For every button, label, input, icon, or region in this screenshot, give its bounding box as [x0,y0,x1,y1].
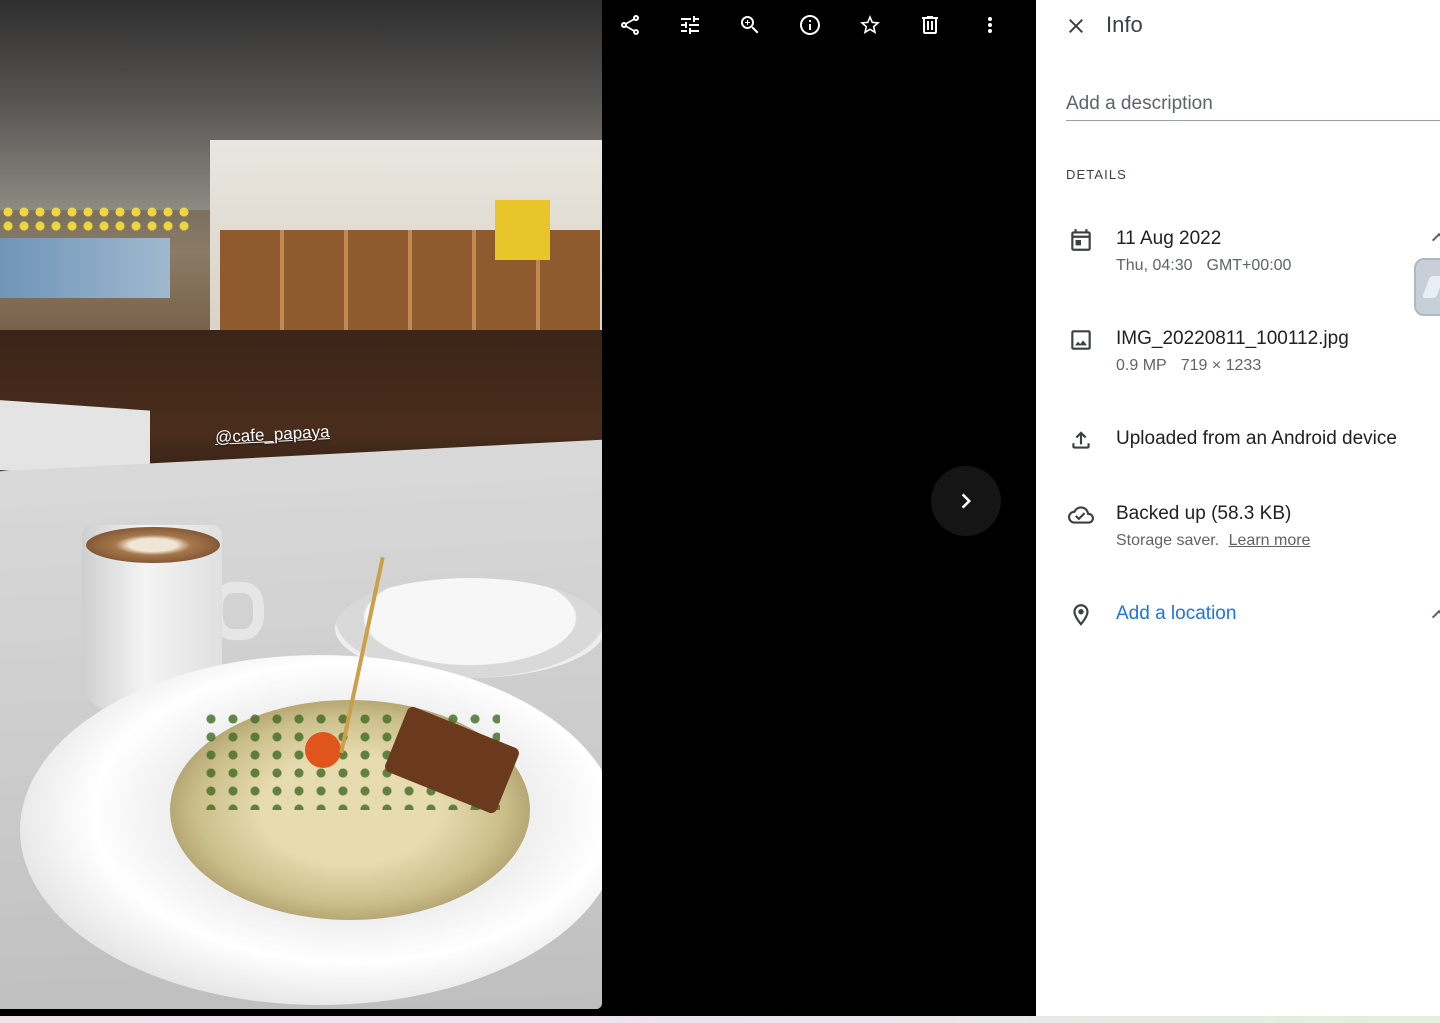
backup-note-line: Storage saver. Learn more [1116,532,1310,550]
date-primary: 11 Aug 2022 [1116,228,1222,249]
image-icon [1066,325,1096,355]
edit-date-icon[interactable] [1434,235,1440,249]
photo-tomato [305,732,341,768]
location-pin-icon [1066,600,1096,630]
trash-icon [922,16,938,34]
viewer-toolbar [600,0,1020,50]
star-icon [860,15,880,34]
timezone: GMT+00:00 [1206,257,1292,274]
add-location-link[interactable]: Add a location [1116,603,1236,625]
more-options-button[interactable] [960,0,1020,50]
details-heading: DETAILS [1066,167,1127,182]
chevron-right-icon [961,493,971,509]
upload-source: Uploaded from an Android device [1116,428,1397,449]
info-button[interactable] [780,0,840,50]
photo-coffee [86,527,220,563]
day-time: Thu, 04:30 [1116,257,1193,274]
close-icon [1069,19,1083,33]
description-input[interactable] [1066,88,1440,121]
delete-button[interactable] [900,0,960,50]
learn-more-link[interactable]: Learn more [1229,532,1311,549]
megapixels: 0.9 MP [1116,357,1167,374]
more-vertical-icon [988,17,992,33]
next-photo-button[interactable] [931,466,1001,536]
photo-yellow-shelf [495,200,550,260]
upload-icon [1066,425,1096,455]
info-panel: Info DETAILS 11 Aug 2022 Thu, 04:30 GMT+0… [1036,0,1440,1016]
zoom-button[interactable] [720,0,780,50]
share-button[interactable] [600,0,660,50]
dimensions: 719 × 1233 [1180,357,1262,374]
file-meta: 0.9 MP 719 × 1233 [1116,357,1261,375]
upload-row: Uploaded from an Android device [1066,425,1440,457]
edit-button[interactable] [660,0,720,50]
calendar-icon [1066,225,1096,255]
bottom-edge-strip [0,1016,1440,1023]
file-row: IMG_20220811_100112.jpg 0.9 MP 719 × 1233 [1066,325,1440,381]
photo-viewer: @cafe_papaya [0,0,1036,1016]
photo-window [0,238,170,298]
panel-title: Info [1106,12,1143,37]
favorite-button[interactable] [840,0,900,50]
date-row[interactable]: 11 Aug 2022 Thu, 04:30 GMT+00:00 [1066,225,1440,281]
location-row[interactable]: Add a location [1066,600,1440,632]
share-icon [621,14,640,35]
zoom-icon [741,16,759,34]
photo[interactable]: @cafe_papaya [0,0,602,1009]
edit-location-icon[interactable] [1434,612,1440,626]
backup-note: Storage saver. [1116,532,1220,549]
date-secondary: Thu, 04:30 GMT+00:00 [1116,257,1291,275]
close-info-button[interactable] [1058,8,1094,44]
photo-string-lights [0,205,190,235]
file-name: IMG_20220811_100112.jpg [1116,328,1349,349]
info-panel-header: Info [1036,0,1440,50]
side-panel-tab[interactable] [1414,258,1440,316]
info-icon [800,15,820,35]
edit-icon [681,16,699,34]
backup-status: Backed up (58.3 KB) [1116,503,1292,524]
backup-row: Backed up (58.3 KB) Storage saver. Learn… [1066,500,1440,556]
cloud-done-icon [1066,500,1096,530]
